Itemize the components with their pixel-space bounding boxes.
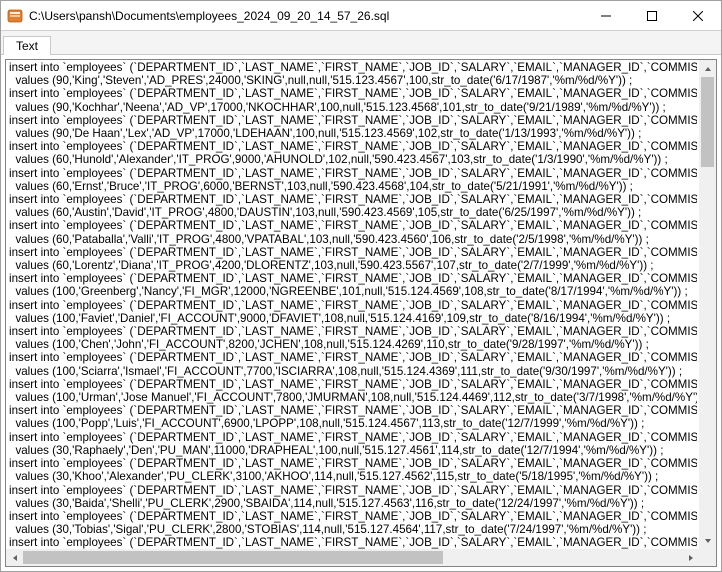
text-line: insert into `employees` (`DEPARTMENT_ID`… (9, 61, 697, 74)
horizontal-scroll-track[interactable] (23, 549, 682, 566)
text-line: values (90,'King','Steven','AD_PRES',240… (9, 74, 697, 87)
text-line: values (60,'Lorentz','Diana','IT_PROG',4… (9, 259, 697, 272)
minimize-button[interactable] (583, 1, 629, 30)
maximize-button[interactable] (629, 1, 675, 30)
window-controls (583, 1, 721, 30)
content-wrap: insert into `employees` (`DEPARTMENT_ID`… (1, 55, 721, 571)
scroll-up-button[interactable] (699, 60, 716, 77)
text-line: insert into `employees` (`DEPARTMENT_ID`… (9, 510, 697, 523)
text-line: values (60,'Austin','David','IT_PROG',48… (9, 206, 697, 219)
text-line: insert into `employees` (`DEPARTMENT_ID`… (9, 325, 697, 338)
text-line: insert into `employees` (`DEPARTMENT_ID`… (9, 140, 697, 153)
text-line: values (30,'Khoo','Alexander','PU_CLERK'… (9, 470, 697, 483)
text-line: values (100,'Faviet','Daniel','FI_ACCOUN… (9, 312, 697, 325)
app-icon (7, 8, 23, 24)
text-line: values (30,'Baida','Shelli','PU_CLERK',2… (9, 497, 697, 510)
text-line: values (100,'Urman','Jose Manuel','FI_AC… (9, 391, 697, 404)
scroll-left-button[interactable] (6, 549, 23, 566)
vertical-scroll-track[interactable] (699, 77, 716, 532)
text-line: insert into `employees` (`DEPARTMENT_ID`… (9, 351, 697, 364)
text-line: values (100,'Greenberg','Nancy','FI_MGR'… (9, 285, 697, 298)
text-line: insert into `employees` (`DEPARTMENT_ID`… (9, 404, 697, 417)
text-line: values (60,'Hunold','Alexander','IT_PROG… (9, 153, 697, 166)
text-line: insert into `employees` (`DEPARTMENT_ID`… (9, 87, 697, 100)
text-line: insert into `employees` (`DEPARTMENT_ID`… (9, 457, 697, 470)
text-line: values (60,'Ernst','Bruce','IT_PROG',600… (9, 180, 697, 193)
vertical-scrollbar[interactable] (699, 60, 716, 549)
text-line: values (90,'De Haan','Lex','AD_VP',17000… (9, 127, 697, 140)
text-line: insert into `employees` (`DEPARTMENT_ID`… (9, 272, 697, 285)
text-area[interactable]: insert into `employees` (`DEPARTMENT_ID`… (7, 61, 699, 549)
content-panel: insert into `employees` (`DEPARTMENT_ID`… (5, 59, 717, 567)
text-line: insert into `employees` (`DEPARTMENT_ID`… (9, 299, 697, 312)
text-line: insert into `employees` (`DEPARTMENT_ID`… (9, 114, 697, 127)
text-line: insert into `employees` (`DEPARTMENT_ID`… (9, 193, 697, 206)
titlebar[interactable]: C:\Users\pansh\Documents\employees_2024_… (1, 1, 721, 31)
text-line: values (30,'Raphaely','Den','PU_MAN',110… (9, 444, 697, 457)
text-line: insert into `employees` (`DEPARTMENT_ID`… (9, 167, 697, 180)
scroll-corner (699, 549, 716, 566)
text-line: insert into `employees` (`DEPARTMENT_ID`… (9, 219, 697, 232)
text-line: values (30,'Tobias','Sigal','PU_CLERK',2… (9, 523, 697, 536)
scroll-down-button[interactable] (699, 532, 716, 549)
text-line: values (90,'Kochhar','Neena','AD_VP',170… (9, 101, 697, 114)
text-line: insert into `employees` (`DEPARTMENT_ID`… (9, 484, 697, 497)
tab-text[interactable]: Text (3, 36, 51, 55)
scroll-right-button[interactable] (682, 549, 699, 566)
close-button[interactable] (675, 1, 721, 30)
text-line: insert into `employees` (`DEPARTMENT_ID`… (9, 431, 697, 444)
text-line: insert into `employees` (`DEPARTMENT_ID`… (9, 246, 697, 259)
window-title: C:\Users\pansh\Documents\employees_2024_… (29, 9, 583, 23)
text-line: values (60,'Pataballa','Valli','IT_PROG'… (9, 233, 697, 246)
vertical-scroll-thumb[interactable] (701, 77, 714, 167)
text-line: insert into `employees` (`DEPARTMENT_ID`… (9, 536, 697, 549)
horizontal-scroll-thumb[interactable] (23, 551, 443, 564)
horizontal-scrollbar[interactable] (6, 549, 699, 566)
window: C:\Users\pansh\Documents\employees_2024_… (0, 0, 722, 572)
text-line: values (100,'Popp','Luis','FI_ACCOUNT',6… (9, 417, 697, 430)
text-line: insert into `employees` (`DEPARTMENT_ID`… (9, 378, 697, 391)
tab-bar: Text (1, 31, 721, 55)
text-line: values (100,'Sciarra','Ismael','FI_ACCOU… (9, 365, 697, 378)
text-line: values (100,'Chen','John','FI_ACCOUNT',8… (9, 338, 697, 351)
